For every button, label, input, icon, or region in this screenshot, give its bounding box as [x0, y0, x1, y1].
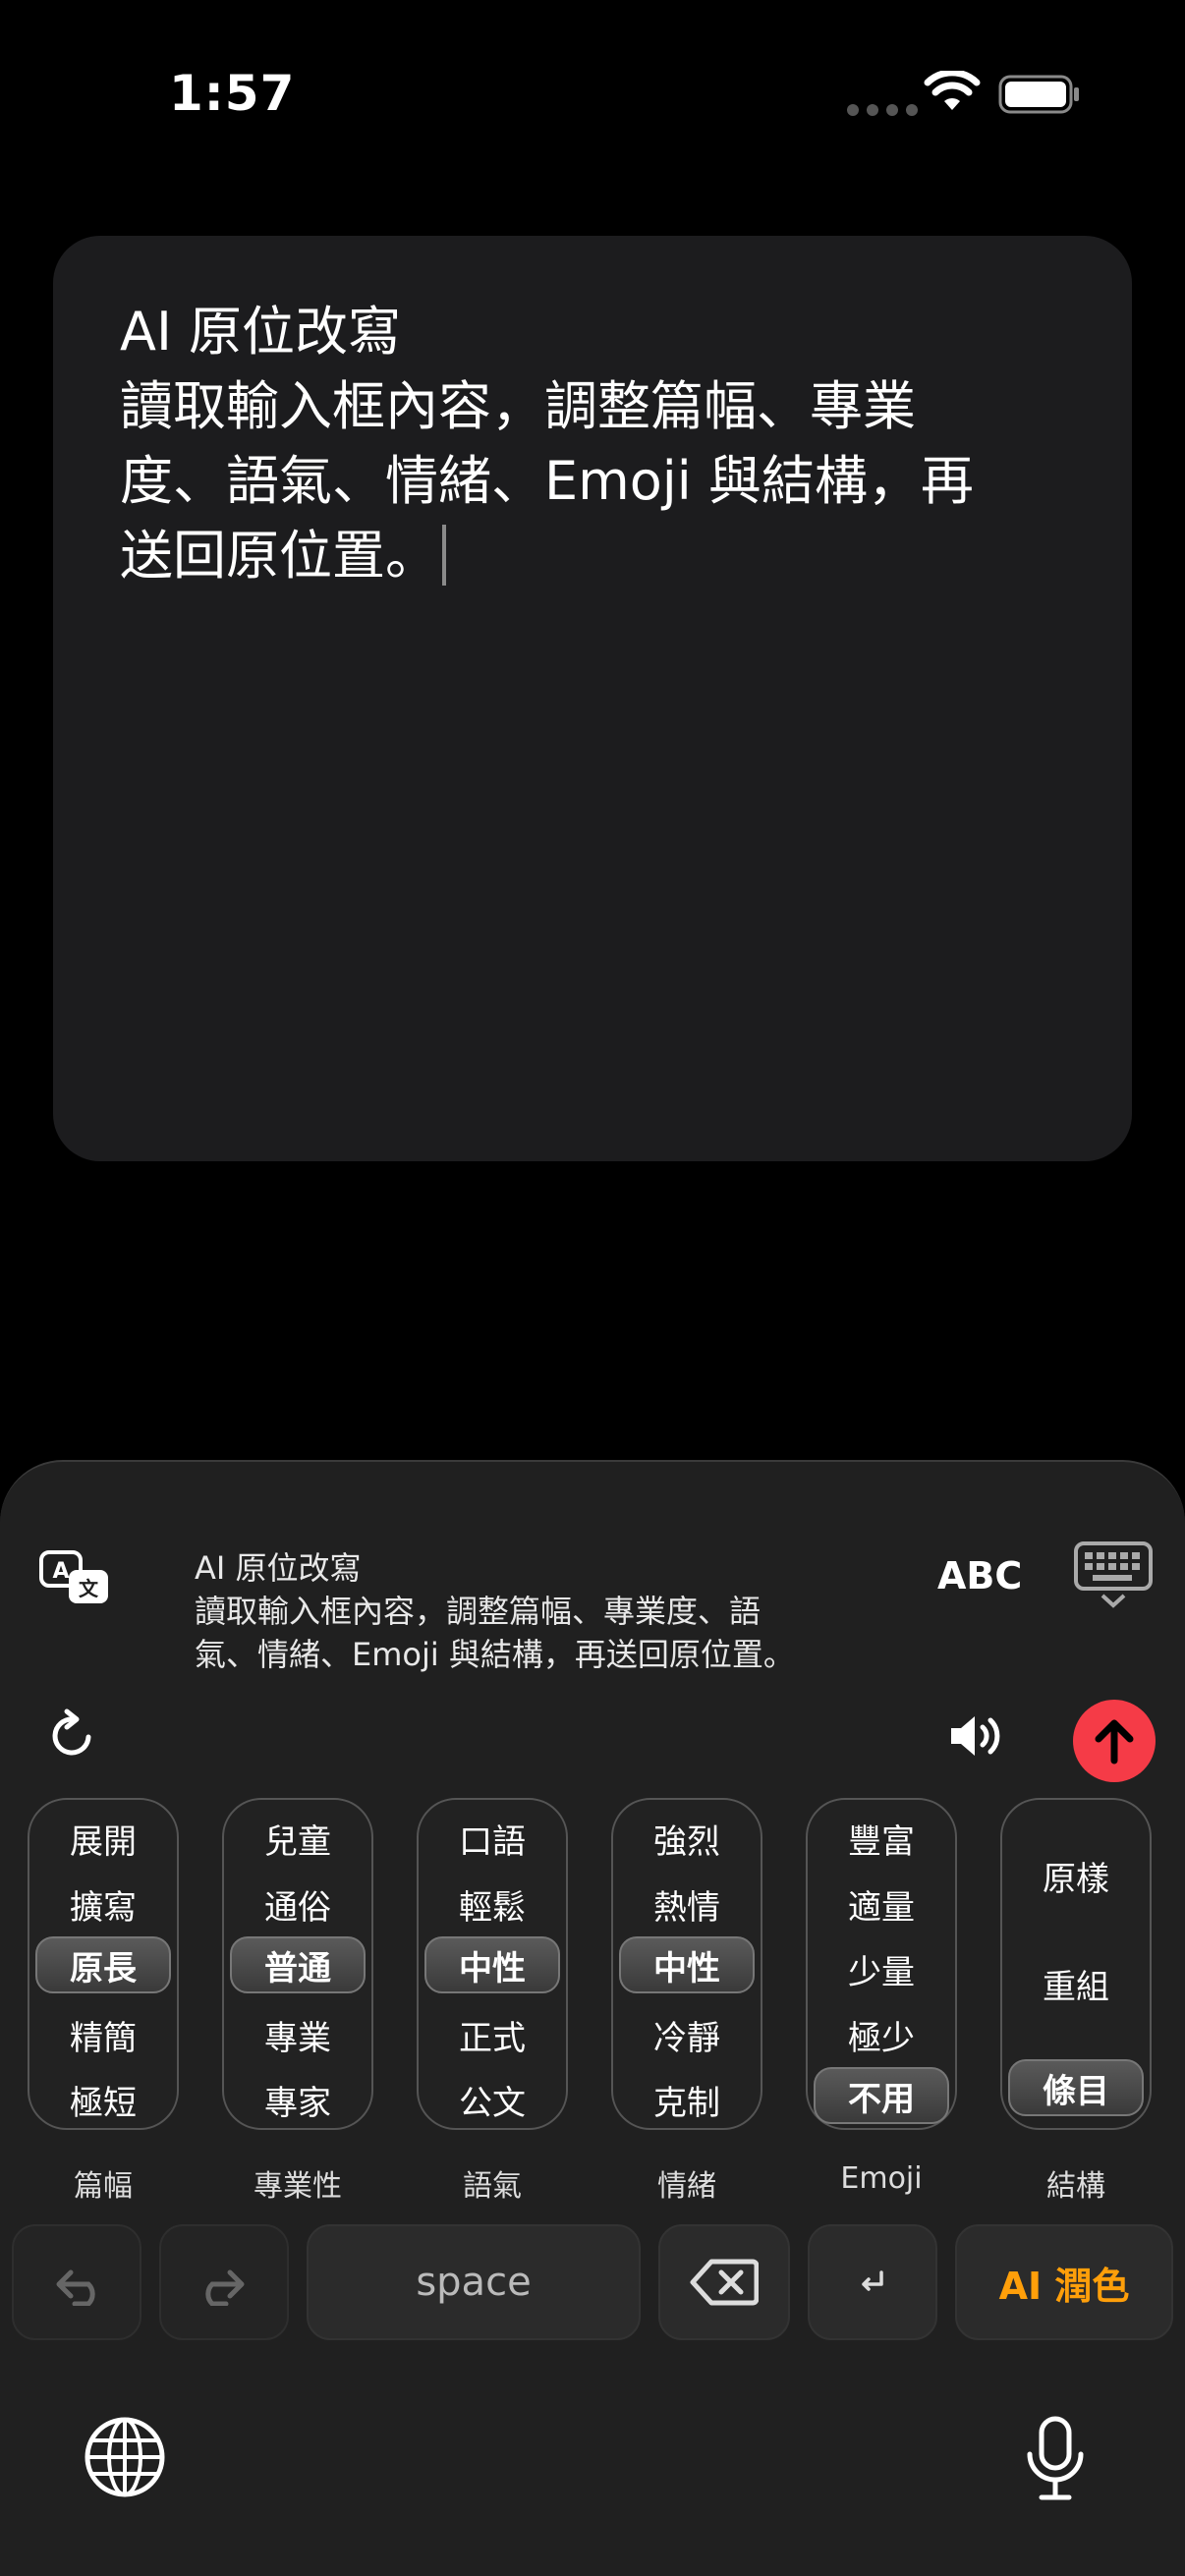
wheel-label: 情緒	[657, 2169, 716, 2204]
wheel-option[interactable]: 兒童	[224, 1815, 371, 1863]
wheel-label: 篇幅	[74, 2169, 133, 2204]
ai-polish-button[interactable]: AI 潤色	[955, 2224, 1173, 2340]
wheel-label: 專業性	[254, 2169, 342, 2204]
text-editor[interactable]: AI 原位改寫 讀取輸入框內容，調整篇幅、專業 度、語氣、情緒、Emoji 與結…	[53, 236, 1132, 1161]
wheel-option[interactable]: 極少	[808, 2011, 955, 2059]
wheel-option[interactable]: 擴寫	[29, 1880, 177, 1929]
ai-polish-label: AI 潤色	[998, 2264, 1130, 2308]
wheel-label: Emoji	[840, 2161, 923, 2196]
speaker-icon[interactable]	[947, 1711, 1006, 1761]
globe-icon[interactable]	[83, 2415, 167, 2499]
microphone-icon[interactable]	[1024, 2415, 1087, 2503]
redo-button[interactable]	[159, 2224, 289, 2340]
option-wheel[interactable]: 兒童通俗普通專業專家	[222, 1798, 373, 2130]
wheel-label: 語氣	[463, 2169, 522, 2204]
svg-text:A: A	[52, 1559, 69, 1584]
return-key[interactable]	[808, 2224, 937, 2340]
wheel-option[interactable]: 通俗	[224, 1880, 371, 1929]
battery-icon	[998, 75, 1079, 114]
wheel-option[interactable]: 豐富	[808, 1815, 955, 1863]
wheel-option-selected[interactable]: 中性	[424, 1936, 560, 1994]
wheel-option[interactable]: 輕鬆	[419, 1880, 566, 1929]
text-caret	[442, 525, 446, 586]
option-wheel[interactable]: 豐富適量少量極少不用	[806, 1798, 957, 2130]
wheel-option[interactable]: 精簡	[29, 2011, 177, 2059]
backspace-icon	[690, 2259, 759, 2306]
wheel-option[interactable]: 少量	[808, 1945, 955, 1993]
option-wheel[interactable]: 口語輕鬆中性正式公文	[417, 1798, 568, 2130]
redo-icon	[205, 2269, 245, 2306]
wheel-option[interactable]: 公文	[419, 2076, 566, 2124]
wheel-option[interactable]: 重組	[1002, 1960, 1150, 2008]
refresh-icon[interactable]	[49, 1708, 96, 1759]
wheel-option[interactable]: 口語	[419, 1815, 566, 1863]
signal-dots-icon	[847, 104, 918, 116]
wheel-option-selected[interactable]: 原長	[35, 1936, 171, 1994]
wheel-option[interactable]: 適量	[808, 1880, 955, 1929]
editor-content[interactable]: AI 原位改寫 讀取輸入框內容，調整篇幅、專業 度、語氣、情緒、Emoji 與結…	[120, 295, 1083, 593]
delete-key[interactable]	[658, 2224, 790, 2340]
wheel-option-selected[interactable]: 不用	[814, 2067, 949, 2125]
wheel-option[interactable]: 冷靜	[613, 2011, 761, 2059]
wheel-option-selected[interactable]: 中性	[619, 1936, 755, 1994]
wheel-option[interactable]: 強烈	[613, 1815, 761, 1863]
wheel-option[interactable]: 展開	[29, 1815, 177, 1863]
ai-keyboard: A 文 AI 原位改寫 讀取輸入框內容，調整篇幅、專業度、語 氣、情緒、Emoj…	[0, 1460, 1185, 2576]
preview-text: AI 原位改寫 讀取輸入框內容，調整篇幅、專業度、語 氣、情緒、Emoji 與結…	[195, 1549, 795, 1673]
wheel-option-selected[interactable]: 普通	[230, 1936, 366, 1994]
undo-button[interactable]	[12, 2224, 141, 2340]
wheel-option[interactable]: 專業	[224, 2011, 371, 2059]
wheel-option[interactable]: 熱情	[613, 1880, 761, 1929]
abc-toggle-button[interactable]: ABC	[937, 1554, 1022, 1597]
svg-text:文: 文	[79, 1577, 99, 1600]
wheel-option[interactable]: 正式	[419, 2011, 566, 2059]
option-wheel[interactable]: 原樣 重組 條目	[1000, 1798, 1152, 2130]
wheel-option-selected[interactable]: 條目	[1008, 2059, 1144, 2116]
arrow-up-icon	[1095, 1719, 1134, 1764]
wheel-option[interactable]: 克制	[613, 2076, 761, 2124]
translate-icon[interactable]: A 文	[37, 1548, 112, 1609]
keyboard-dismiss-icon[interactable]	[1073, 1540, 1154, 1609]
option-wheel[interactable]: 強烈熱情中性冷靜克制	[611, 1798, 762, 2130]
send-button[interactable]	[1073, 1700, 1156, 1782]
wifi-icon	[924, 71, 981, 110]
wheel-option[interactable]: 極短	[29, 2076, 177, 2124]
space-key-label: space	[416, 2260, 532, 2305]
option-wheel[interactable]: 展開擴寫原長精簡極短	[28, 1798, 179, 2130]
status-time: 1:57	[169, 65, 296, 122]
wheel-option[interactable]: 專家	[224, 2076, 371, 2124]
return-icon	[862, 2270, 883, 2291]
wheel-option[interactable]: 原樣	[1002, 1852, 1150, 1900]
space-key[interactable]: space	[307, 2224, 641, 2340]
undo-icon	[56, 2269, 95, 2306]
wheel-label: 結構	[1046, 2169, 1105, 2204]
